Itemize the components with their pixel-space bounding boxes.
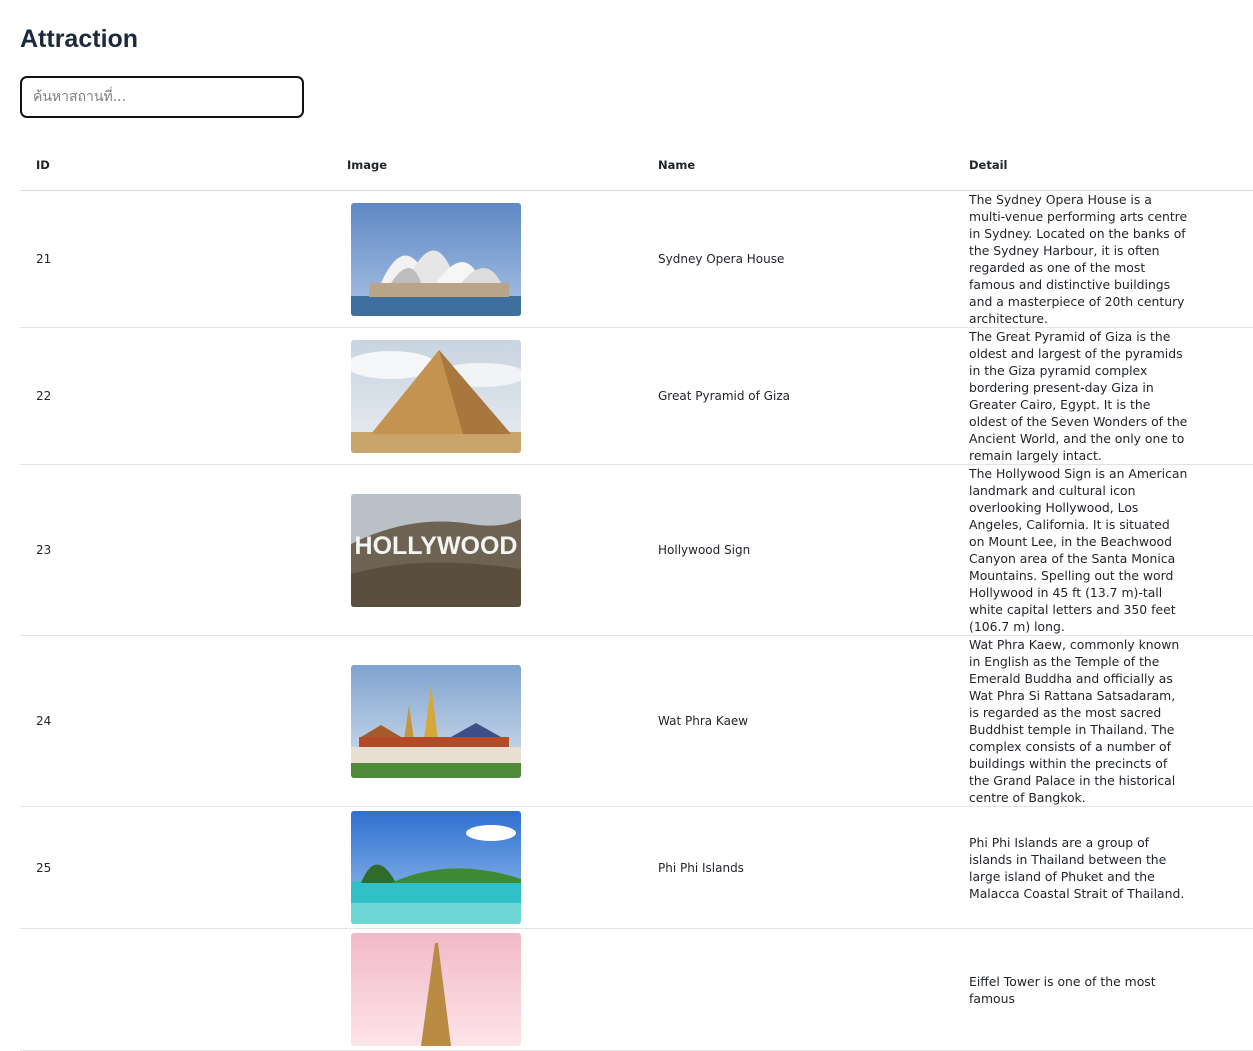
row-image-cell [331,190,642,328]
header-image[interactable]: Image [331,140,642,191]
row-detail: The Hollywood Sign is an American landma… [969,466,1188,634]
row-image-cell [331,327,642,465]
page-title: Attraction [20,25,139,53]
search-input[interactable] [20,76,304,118]
row-image-cell: HOLLYWOOD [331,464,642,636]
row-id: 23 [20,464,331,636]
table-row[interactable]: Eiffel Tower is one of the most famous [20,928,1253,1051]
row-image-cell [331,928,642,1051]
row-id [20,928,331,1051]
row-name: Sydney Opera House [642,190,953,328]
header-detail[interactable]: Detail [953,140,1253,191]
row-id: 24 [20,635,331,807]
hollywood-sign-text: HOLLYWOOD [355,532,518,560]
row-image-cell [331,806,642,929]
row-detail: The Sydney Opera House is a multi-venue … [969,192,1188,326]
row-name: Wat Phra Kaew [642,635,953,807]
row-detail: Eiffel Tower is one of the most famous [969,973,1156,1006]
table-row[interactable]: 24 Wat Phra Kaew Wat Phra Kaew, commonly… [20,635,1253,807]
great-pyramid-photo [351,339,521,453]
table-row[interactable]: 21 Sydney Opera House The Sydney Opera H… [20,190,1253,328]
table-row[interactable]: 22 Great Pyramid of Giza The Great Pyram… [20,327,1253,465]
row-id: 21 [20,190,331,328]
table-row[interactable]: 23 HOLLYWOOD Hollywood Sign The Hollywoo… [20,464,1253,636]
sydney-opera-house-photo [351,202,521,316]
attraction-table: ID Image Name Detail 21 Sydney Opera Hou… [20,140,1253,1051]
header-name[interactable]: Name [642,140,953,191]
header-id[interactable]: ID [20,140,331,191]
row-name: Hollywood Sign [642,464,953,636]
row-detail: Phi Phi Islands are a group of islands i… [969,834,1185,901]
table-header-row: ID Image Name Detail [20,140,1253,191]
table-row[interactable]: 25 Phi Phi Islands Phi Phi Islands are a… [20,806,1253,929]
row-name [642,928,953,1051]
row-id: 25 [20,806,331,929]
row-name: Phi Phi Islands [642,806,953,929]
row-image-cell [331,635,642,807]
row-name: Great Pyramid of Giza [642,327,953,465]
row-detail: The Great Pyramid of Giza is the oldest … [969,329,1188,463]
eiffel-tower-photo [351,933,521,1046]
phi-phi-islands-photo [351,811,521,924]
hollywood-sign-photo: HOLLYWOOD [351,493,521,607]
row-id: 22 [20,327,331,465]
row-detail: Wat Phra Kaew, commonly known in English… [969,637,1180,805]
wat-phra-kaew-photo [351,664,521,778]
